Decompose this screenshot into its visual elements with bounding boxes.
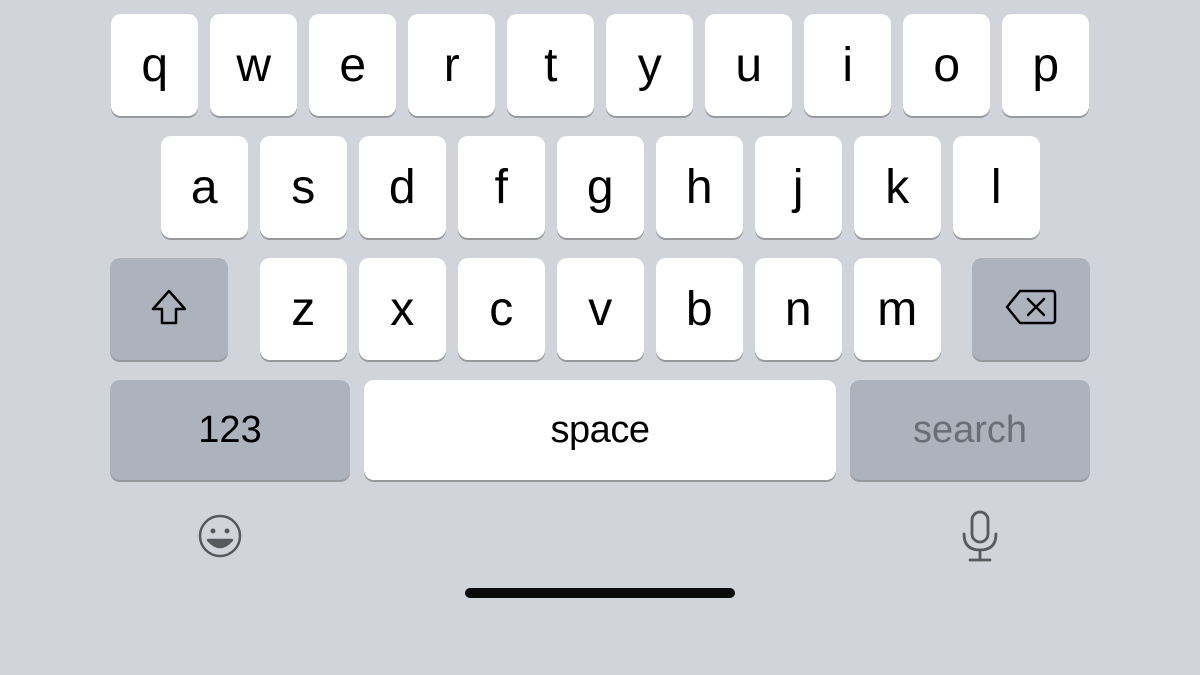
backspace-icon: [1004, 287, 1058, 332]
shift-key[interactable]: [110, 258, 228, 360]
key-label: s: [291, 160, 315, 215]
key-label: space: [551, 409, 650, 452]
key-q[interactable]: q: [111, 14, 198, 116]
key-n[interactable]: n: [755, 258, 842, 360]
home-indicator[interactable]: [465, 588, 735, 598]
key-label: k: [885, 160, 909, 215]
virtual-keyboard: q w e r t y u i o p a s d f g h j k l z …: [0, 14, 1200, 480]
key-z[interactable]: z: [260, 258, 347, 360]
key-label: 123: [198, 409, 261, 452]
mic-icon: [958, 508, 1002, 569]
key-label: n: [785, 282, 811, 337]
key-u[interactable]: u: [705, 14, 792, 116]
key-label: e: [339, 38, 365, 93]
key-label: q: [141, 38, 167, 93]
backspace-key[interactable]: [972, 258, 1090, 360]
keyboard-row-2: a s d f g h j k l: [110, 136, 1090, 238]
keyboard-row-4: 123 space search: [110, 380, 1090, 480]
key-t[interactable]: t: [507, 14, 594, 116]
keyboard-bottom-bar: [0, 490, 1200, 568]
key-h[interactable]: h: [656, 136, 743, 238]
key-c[interactable]: c: [458, 258, 545, 360]
key-label: j: [793, 160, 803, 215]
key-b[interactable]: b: [656, 258, 743, 360]
key-a[interactable]: a: [161, 136, 248, 238]
key-label: m: [877, 282, 916, 337]
key-label: p: [1032, 38, 1058, 93]
key-k[interactable]: k: [854, 136, 941, 238]
key-y[interactable]: y: [606, 14, 693, 116]
key-l[interactable]: l: [953, 136, 1040, 238]
emoji-button[interactable]: [190, 508, 250, 568]
key-s[interactable]: s: [260, 136, 347, 238]
search-key[interactable]: search: [850, 380, 1090, 480]
numbers-key[interactable]: 123: [110, 380, 350, 480]
key-label: d: [389, 160, 415, 215]
key-label: f: [495, 160, 508, 215]
key-j[interactable]: j: [755, 136, 842, 238]
emoji-icon: [196, 512, 244, 565]
key-label: z: [291, 282, 315, 337]
key-m[interactable]: m: [854, 258, 941, 360]
key-w[interactable]: w: [210, 14, 297, 116]
dictation-button[interactable]: [950, 508, 1010, 568]
key-label: w: [236, 38, 270, 93]
key-label: c: [489, 282, 513, 337]
key-label: u: [735, 38, 761, 93]
key-p[interactable]: p: [1002, 14, 1089, 116]
keyboard-row-3: z x c v b n m: [110, 258, 1090, 360]
key-label: search: [913, 409, 1027, 452]
shift-icon: [147, 285, 191, 334]
key-label: r: [444, 38, 459, 93]
space-key[interactable]: space: [364, 380, 836, 480]
key-label: h: [686, 160, 712, 215]
key-label: x: [390, 282, 414, 337]
key-label: b: [686, 282, 712, 337]
key-label: a: [191, 160, 217, 215]
key-label: y: [638, 38, 662, 93]
key-label: v: [588, 282, 612, 337]
key-label: o: [933, 38, 959, 93]
key-label: g: [587, 160, 613, 215]
key-i[interactable]: i: [804, 14, 891, 116]
key-g[interactable]: g: [557, 136, 644, 238]
key-x[interactable]: x: [359, 258, 446, 360]
key-o[interactable]: o: [903, 14, 990, 116]
key-e[interactable]: e: [309, 14, 396, 116]
key-r[interactable]: r: [408, 14, 495, 116]
keyboard-row-1: q w e r t y u i o p: [110, 14, 1090, 116]
key-d[interactable]: d: [359, 136, 446, 238]
key-label: l: [991, 160, 1001, 215]
key-label: i: [842, 38, 852, 93]
key-f[interactable]: f: [458, 136, 545, 238]
key-v[interactable]: v: [557, 258, 644, 360]
key-label: t: [544, 38, 557, 93]
